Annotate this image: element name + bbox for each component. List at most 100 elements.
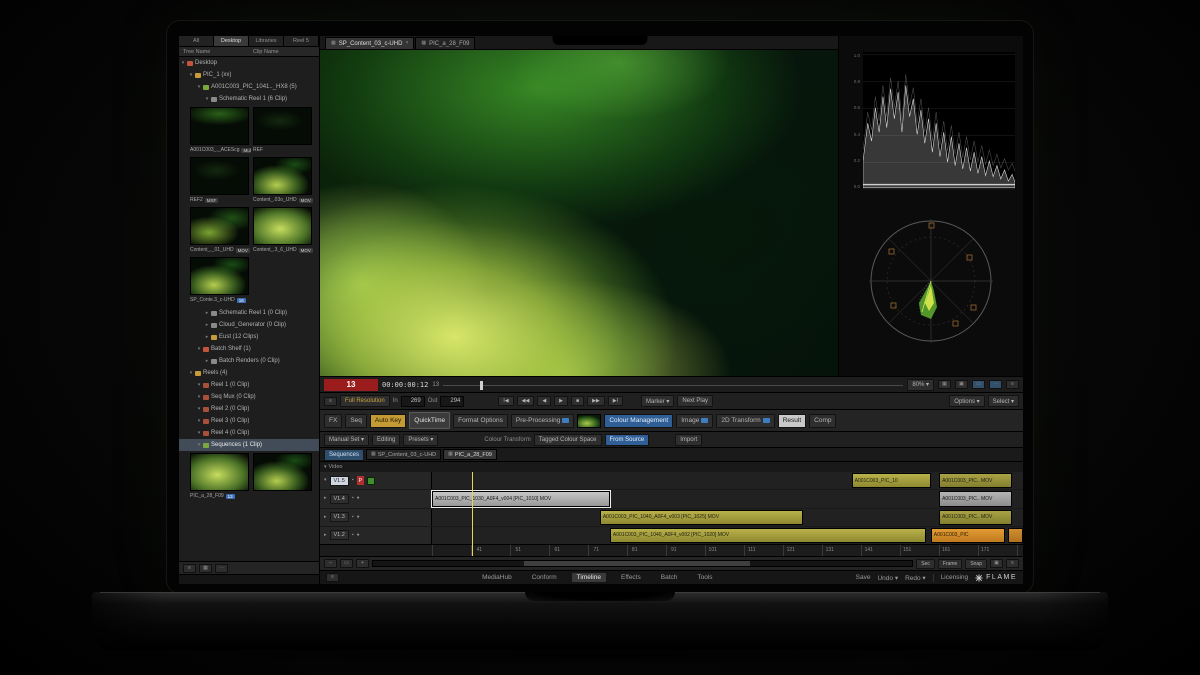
sequence-tab-sp-content[interactable]: ▦ SP_Content_03_c-UHD [366,449,441,460]
seq-button[interactable]: Seq [345,414,367,428]
track-lane[interactable]: A001C003_PIC_1040_A0F4_v002 [PIC_1020] M… [432,527,1023,544]
close-icon[interactable]: × [405,41,408,46]
track-header[interactable]: ▸ V1.3 ▪ ● [320,509,432,526]
quicktime-tab[interactable]: QuickTime [409,412,450,429]
timeline-clip[interactable]: A001C003_PIC_1040_A0F4_v002 [PIC_1020] M… [610,528,926,543]
zoom-select[interactable]: 80% ▾ [907,379,934,391]
tree-item-reel2[interactable]: ▾ Reel 2 (0 Clip) [179,403,319,415]
editing-button[interactable]: Editing [372,434,400,446]
tree-item-batch-shelf[interactable]: ▾ Batch Shelf (1) [179,343,319,355]
in-field[interactable]: 269 [401,396,425,407]
tab-conform[interactable]: Conform [527,573,562,582]
tree-item-schematic0[interactable]: ▸ Schematic Reel 1 (0 Clip) [179,307,319,319]
timeline-clip-stub[interactable] [1008,528,1023,543]
fit-view-button[interactable]: ▭ [972,380,985,389]
select-menu[interactable]: Select ▾ [988,395,1019,407]
clip-thumb[interactable]: SP_Conte.3_c-UHD16 [190,257,251,305]
mute-icon[interactable]: ● [357,533,360,538]
play-button[interactable]: ▶ [554,396,568,406]
track-name[interactable]: V1.3 [330,512,349,522]
tab-timeline[interactable]: Timeline [572,573,606,582]
video-group-header[interactable]: ▾ Video [320,462,1023,472]
undo-menu[interactable]: Undo ▾ [877,574,898,582]
thumbnail-image[interactable] [190,453,249,491]
tree-item-reels[interactable]: ▾ Reels (4) [179,367,319,379]
grid-overlay-button[interactable]: ▦ [938,380,951,389]
tab-libraries[interactable]: Libraries [249,36,284,46]
tree-item-desktop[interactable]: ▾ Desktop [179,57,319,69]
tree-item-pic1[interactable]: ▾ PIC_1 (xx) [179,69,319,81]
frame-toggle[interactable]: Frame [938,559,962,569]
track-lane[interactable]: A001C003_PIC_10 A001C003_PIC.. MOV [432,472,1023,489]
clip-thumb[interactable]: Content_._01_UHDMOV [190,207,251,255]
fx-button[interactable]: FX [324,414,342,428]
lock-icon[interactable]: ▪ [352,478,354,483]
track-name[interactable]: V1.5 [330,476,349,486]
tree-item-reel1[interactable]: ▾ Reel 1 (0 Clip) [179,379,319,391]
thumbnail-image[interactable] [190,207,249,245]
timeline-clip-tail[interactable]: A001C003_PIC.. MOV [939,510,1012,525]
play-mode-select[interactable]: Next Play [677,395,713,407]
scrubber-thumb[interactable] [480,381,483,390]
licensing-button[interactable]: Licensing [941,574,968,581]
options-menu[interactable]: Options ▾ [949,395,984,407]
timeline-scrollbar[interactable] [372,560,913,567]
tab-batch[interactable]: Batch [656,573,683,582]
marker-menu[interactable]: Marker ▾ [641,395,674,407]
sec-toggle[interactable]: Sec [916,559,935,569]
tree-item-reel3[interactable]: ▾ Reel 3 (0 Clip) [179,415,319,427]
presets-select[interactable]: Presets ▾ [403,434,438,446]
thumbnail-image[interactable] [253,157,312,195]
timeline-clip-tail[interactable]: A001C003_PIC.. MOV [939,473,1012,488]
thumbnail-image[interactable] [253,207,312,245]
mute-icon[interactable]: ● [357,515,360,520]
more-views-button[interactable]: ⋯ [989,380,1002,389]
lock-icon[interactable]: ▪ [352,496,354,501]
transport-menu-button[interactable]: ≡ [324,397,337,406]
clip-thumb[interactable]: Content_.03o_UHDMOV [253,157,314,205]
go-to-start-button[interactable]: I◀ [498,396,513,406]
zoom-in-button[interactable]: + [356,559,369,568]
step-back-button[interactable]: ◀ [537,396,551,406]
colour-management-button[interactable]: Colour Management [604,414,673,428]
thumbnail-image[interactable] [253,453,312,491]
snap-toggle[interactable]: Snap [965,559,987,569]
format-options-button[interactable]: Format Options [453,414,508,428]
playhead[interactable] [472,472,473,556]
tab-tools[interactable]: Tools [692,573,717,582]
auto-key-toggle[interactable]: Auto Key [370,414,406,428]
col-clip-name[interactable]: Clip Name [249,49,319,55]
clip-thumb[interactable]: REF [253,107,314,155]
tree-item-seqmux[interactable]: ▾ Seq Mux (0 Clip) [179,391,319,403]
tab-reel5[interactable]: Reel 5 [284,36,319,46]
viewer-tab-pic[interactable]: ▦ PIC_a_28_F09 [415,37,475,49]
fast-forward-button[interactable]: ▶▶ [587,396,605,406]
track-header[interactable]: ▾ V1.5 ▪ P [320,472,432,489]
tagged-colour-space-select[interactable]: Tagged Colour Space [534,434,602,446]
tab-mediahub[interactable]: MediaHub [477,573,517,582]
track-name[interactable]: V1.2 [330,530,349,540]
tab-desktop[interactable]: Desktop [214,36,249,46]
mute-icon[interactable]: ● [357,496,360,501]
save-button[interactable]: Save [856,574,871,581]
workspace-menu-button[interactable]: ≡ [326,573,339,582]
fast-rewind-button[interactable]: ◀◀ [517,396,535,406]
out-field[interactable]: 294 [440,396,464,407]
from-source-chip[interactable]: From Source [605,434,650,446]
clip-thumb[interactable]: PIC_a_28_F0913 [190,453,251,501]
track-lane[interactable]: A001C003_PIC_1030_A0F4_v004 [PIC_1010] M… [432,490,1023,507]
result-button[interactable]: Result [778,414,806,428]
track-header[interactable]: ▸ V1.4 ▪ ● [320,490,432,507]
track-header[interactable]: ▸ V1.2 ▪ ● [320,527,432,544]
go-to-end-button[interactable]: ▶I [608,396,623,406]
timeline-ruler[interactable]: 41 51 61 71 81 91 101 111 121 131 141 15… [320,544,1023,556]
pre-processing-toggle[interactable]: Pre-Processing [511,414,574,428]
viewer-tab-sp-content[interactable]: ▦ SP_Content_03_c-UHD × [325,37,414,49]
more-button[interactable]: ⋯ [215,564,228,573]
sequences-chip[interactable]: Sequences [324,449,364,461]
timeline-clip[interactable]: A001C003_PIC_10 [852,473,931,488]
viewer-image[interactable] [320,50,838,376]
tab-effects[interactable]: Effects [616,573,646,582]
scrollbar-thumb[interactable] [524,561,750,566]
tree-item-batch-renders[interactable]: ▸ Batch Renders (0 Clip) [179,355,319,367]
